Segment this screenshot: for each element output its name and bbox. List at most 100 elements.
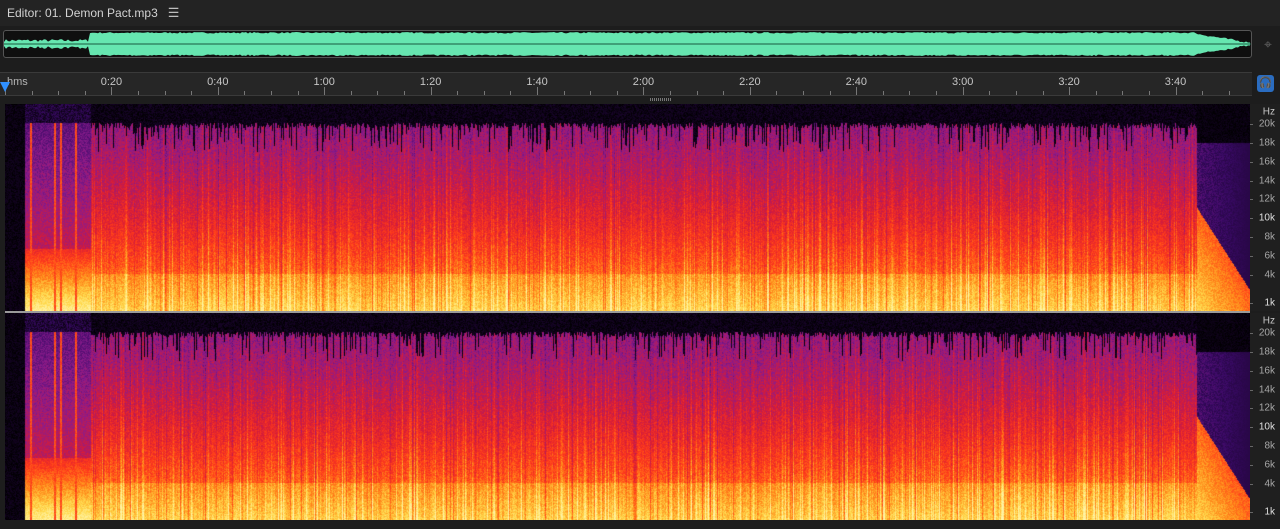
frequency-label: 8k	[1264, 440, 1275, 452]
frequency-label: 16k	[1258, 365, 1275, 377]
frequency-label: 12k	[1258, 193, 1275, 205]
ruler-tick	[909, 91, 911, 95]
frequency-label: 20k	[1258, 327, 1275, 339]
ruler-tick	[829, 91, 831, 95]
frequency-tick	[1250, 180, 1253, 182]
zoom-navigator-icon[interactable]: ⌖	[1260, 36, 1276, 52]
frequency-tick	[1250, 161, 1253, 163]
ruler-tick	[1228, 91, 1230, 95]
ruler-tick	[882, 91, 884, 95]
ruler-tick	[430, 87, 432, 95]
ruler-tick	[590, 91, 592, 95]
ruler-tick	[643, 87, 645, 95]
frequency-tick	[1250, 199, 1253, 201]
ruler-tick	[1175, 87, 1177, 95]
frequency-tick	[1250, 370, 1253, 372]
frequency-label: 1k	[1264, 506, 1275, 518]
ruler-tick	[1122, 91, 1124, 95]
frequency-tick	[1250, 351, 1253, 353]
time-ruler[interactable]: hms 0:20 0:40 1:00 1:20 1:40 2:00 2:20 2:40 3:00…	[0, 72, 1252, 96]
ruler-tick	[297, 91, 299, 95]
ruler-tick	[989, 91, 991, 95]
overview-waveform[interactable]	[3, 30, 1252, 58]
ruler-tick	[217, 87, 219, 95]
frequency-scale-right: Hz 20k 18k 16k 14k 12k 10k 8k 6k 4k 1k	[1250, 313, 1280, 520]
frequency-label: 14k	[1258, 384, 1275, 396]
frequency-tick	[1250, 218, 1253, 220]
frequency-label: 4k	[1264, 269, 1275, 281]
frequency-unit-label: Hz	[1262, 315, 1275, 327]
frequency-tick	[1250, 446, 1253, 448]
ruler-tick	[670, 91, 672, 95]
frequency-tick	[1250, 427, 1253, 429]
frequency-tick	[1250, 333, 1253, 334]
editor-title: Editor: 01. Demon Pact.mp3	[7, 6, 158, 20]
panel-divider-grip[interactable]	[650, 98, 672, 101]
ruler-tick	[31, 91, 33, 95]
frequency-tick	[1250, 142, 1253, 144]
frequency-scale-left: Hz 20k 18k 16k 14k 12k 10k 8k 6k 4k 1k	[1250, 104, 1280, 311]
ruler-tick	[1202, 91, 1204, 95]
ruler-tick	[138, 91, 139, 95]
frequency-tick	[1250, 512, 1253, 513]
ruler-tick	[404, 91, 406, 95]
ruler-tick	[271, 91, 273, 95]
frequency-label: 6k	[1264, 459, 1275, 471]
spectral-channel-left[interactable]	[5, 104, 1250, 311]
headphones-icon[interactable]: 🎧	[1257, 75, 1274, 92]
ruler-tick	[1069, 87, 1071, 95]
frequency-label: 12k	[1258, 402, 1275, 414]
ruler-tick	[723, 91, 725, 95]
ruler-tick	[563, 91, 565, 95]
ruler-tick	[616, 91, 618, 95]
frequency-label: 20k	[1258, 118, 1275, 130]
frequency-label: 6k	[1264, 250, 1275, 262]
ruler-tick	[164, 91, 166, 95]
ruler-tick	[1015, 91, 1017, 95]
frequency-tick	[1250, 124, 1253, 125]
ruler-tick	[244, 91, 246, 95]
ruler-tick	[350, 91, 352, 95]
frequency-tick	[1250, 237, 1253, 239]
frequency-tick	[1250, 464, 1253, 466]
frequency-label: 10k	[1258, 212, 1275, 224]
hamburger-icon[interactable]: ☰	[168, 5, 180, 21]
frequency-label: 14k	[1258, 175, 1275, 187]
ruler-tick	[749, 87, 751, 95]
frequency-label: 18k	[1258, 346, 1275, 358]
frequency-tick	[1250, 483, 1253, 485]
frequency-label: 18k	[1258, 137, 1275, 149]
frequency-tick	[1250, 255, 1253, 257]
ruler-tick	[856, 87, 858, 95]
ruler-tick	[84, 91, 86, 95]
ruler-tick	[537, 87, 539, 95]
frequency-tick	[1250, 303, 1253, 304]
ruler-tick	[377, 91, 379, 95]
frequency-label: 16k	[1258, 156, 1275, 168]
ruler-tick	[58, 91, 60, 95]
ruler-tick	[111, 87, 113, 95]
ruler-tick	[962, 87, 964, 95]
ruler-tick	[803, 91, 805, 95]
ruler-tick	[1148, 91, 1150, 95]
ruler-tick	[696, 91, 698, 95]
ruler-tick	[457, 91, 459, 95]
ruler-tick	[1095, 91, 1097, 95]
spectral-channel-right[interactable]	[5, 313, 1250, 520]
ruler-unit-label: hms	[7, 76, 28, 88]
editor-title-bar: Editor: 01. Demon Pact.mp3 ☰	[0, 0, 1280, 26]
frequency-label: 10k	[1258, 421, 1275, 433]
ruler-tick	[324, 87, 326, 95]
playhead-marker[interactable]	[0, 82, 10, 92]
ruler-tick	[483, 91, 485, 95]
frequency-tick	[1250, 389, 1253, 391]
ruler-tick	[191, 91, 193, 95]
frequency-label: 4k	[1264, 478, 1275, 490]
frequency-unit-label: Hz	[1262, 106, 1275, 118]
ruler-tick	[776, 91, 778, 95]
frequency-label: 1k	[1264, 297, 1275, 309]
frequency-tick	[1250, 408, 1253, 410]
frequency-tick	[1250, 274, 1253, 276]
ruler-tick	[1042, 91, 1044, 95]
ruler-tick	[510, 91, 512, 95]
